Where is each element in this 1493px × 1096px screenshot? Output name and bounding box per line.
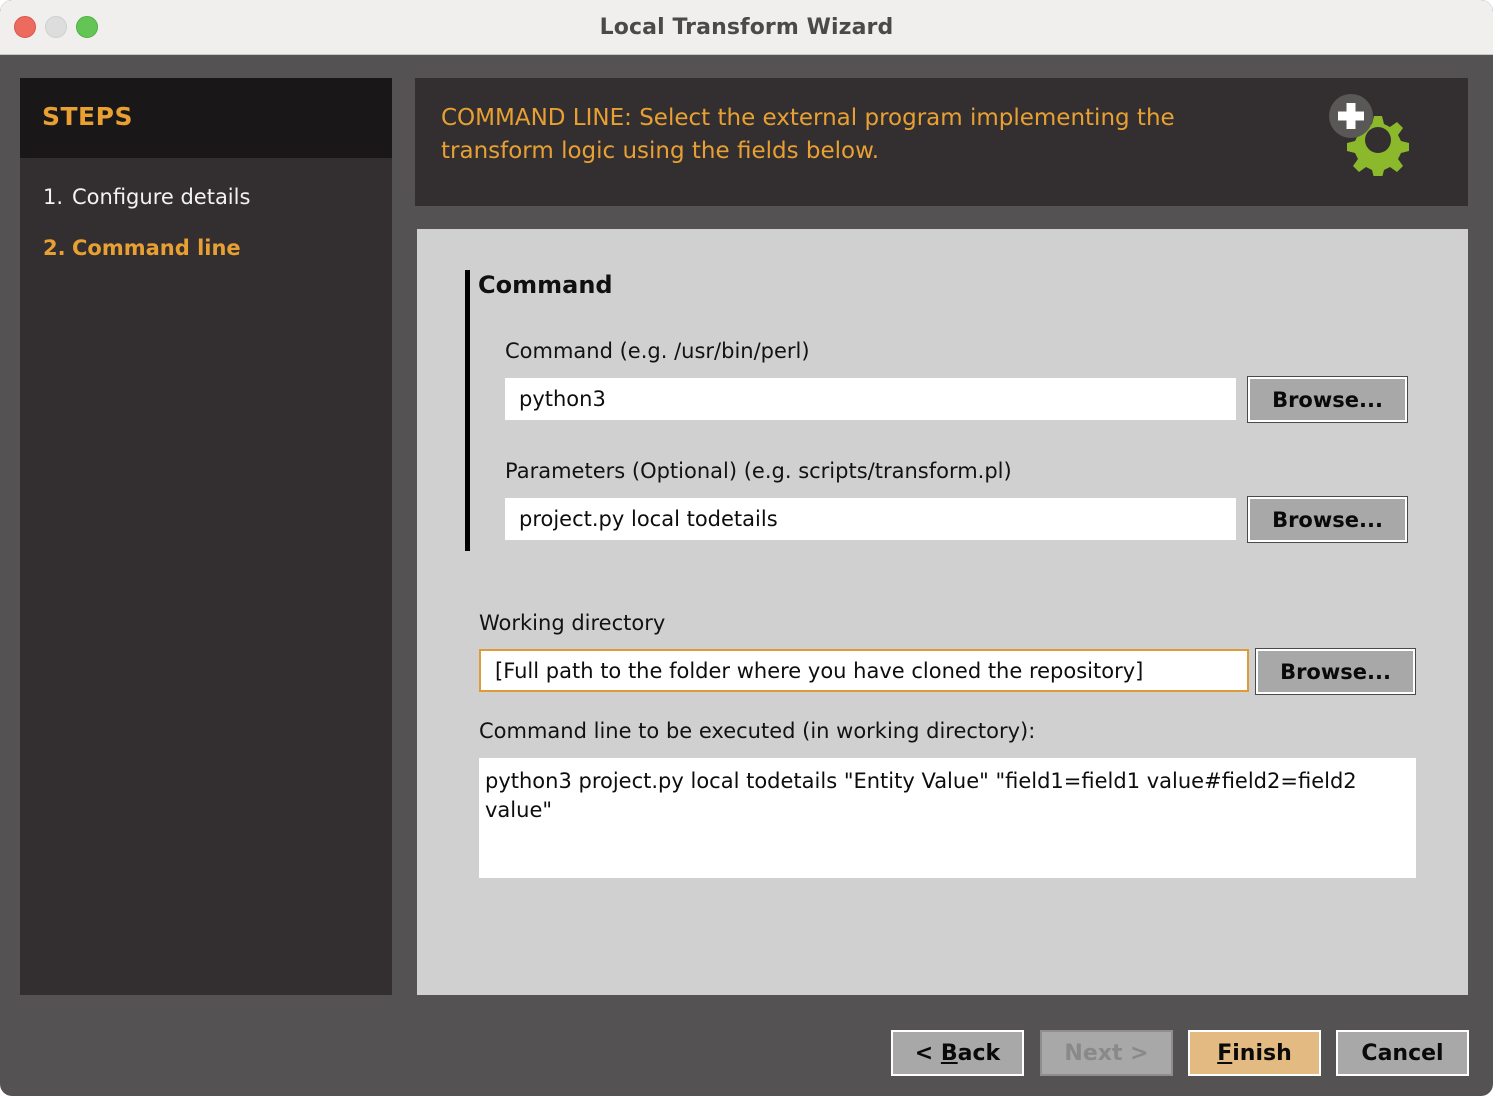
command-input[interactable] <box>505 378 1236 420</box>
steps-header-label: STEPS <box>42 102 133 131</box>
add-gear-icon <box>1318 92 1414 178</box>
step-label: Configure details <box>72 185 251 209</box>
title-bar: Local Transform Wizard <box>0 0 1493 55</box>
sidebar-item-configure-details[interactable]: 1. Configure details <box>20 182 392 212</box>
command-group-title: Command <box>478 271 613 299</box>
command-group-accent-bar <box>465 270 470 551</box>
window-title: Local Transform Wizard <box>599 15 894 40</box>
instruction-text: COMMAND LINE: Select the external progra… <box>441 105 1175 164</box>
finish-button-label: Finish <box>1217 1040 1292 1066</box>
steps-sidebar: STEPS 1. Configure details 2. Command li… <box>20 78 392 995</box>
instruction-banner: COMMAND LINE: Select the external progra… <box>415 78 1468 206</box>
next-button-label: Next > <box>1064 1040 1149 1066</box>
back-button-label: < Back <box>914 1040 1001 1066</box>
working-directory-browse-button[interactable]: Browse... <box>1255 648 1416 695</box>
cancel-button-label: Cancel <box>1361 1040 1444 1066</box>
command-preview-label: Command line to be executed (in working … <box>479 719 1036 743</box>
back-button[interactable]: < Back <box>891 1030 1024 1076</box>
steps-header: STEPS <box>20 78 392 158</box>
step-label: Command line <box>72 236 241 260</box>
command-preview-text: python3 project.py local todetails "Enti… <box>479 758 1416 878</box>
finish-button[interactable]: Finish <box>1188 1030 1321 1076</box>
wizard-window: Local Transform Wizard STEPS 1. Configur… <box>0 0 1493 1096</box>
content-panel: Command Command (e.g. /usr/bin/perl) Bro… <box>417 229 1468 995</box>
command-field-label: Command (e.g. /usr/bin/perl) <box>505 339 810 363</box>
working-directory-label: Working directory <box>479 611 666 635</box>
sidebar-item-command-line[interactable]: 2. Command line <box>20 233 392 263</box>
parameters-browse-button[interactable]: Browse... <box>1247 496 1408 543</box>
cancel-button[interactable]: Cancel <box>1336 1030 1469 1076</box>
next-button: Next > <box>1040 1030 1173 1076</box>
parameters-input[interactable] <box>505 498 1236 540</box>
parameters-field-label: Parameters (Optional) (e.g. scripts/tran… <box>505 459 1012 483</box>
command-browse-button[interactable]: Browse... <box>1247 376 1408 423</box>
step-number: 2. <box>43 236 66 260</box>
working-directory-input[interactable] <box>479 649 1249 692</box>
step-number: 1. <box>43 185 64 209</box>
